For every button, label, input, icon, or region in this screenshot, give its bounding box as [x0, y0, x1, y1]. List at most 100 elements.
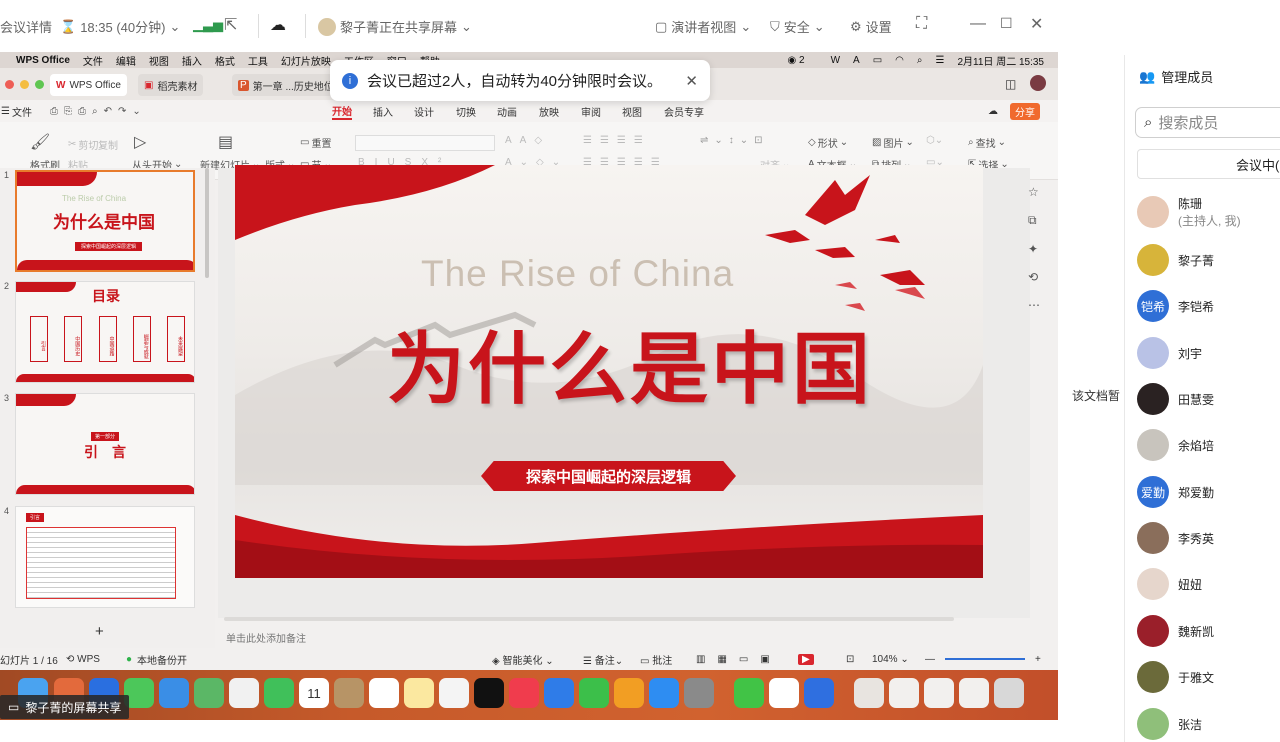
share-button[interactable]: 分享 [1010, 102, 1040, 120]
meeting-details-button[interactable]: 会议详情 [0, 17, 52, 36]
horizontal-scrollbar[interactable] [224, 617, 954, 621]
minimize-icon[interactable]: — [970, 15, 986, 33]
calendar-icon[interactable]: 11 [299, 678, 329, 708]
clock[interactable]: 2月11日 周二 15:35 [957, 53, 1044, 68]
tab-member[interactable]: 会员专享 [664, 104, 704, 119]
keynote-icon[interactable] [544, 678, 574, 708]
app-store-icon[interactable] [649, 678, 679, 708]
tab-document[interactable]: P 第一章 ...历史地位 [232, 74, 340, 96]
menu-item[interactable]: 幻灯片放映 [281, 53, 331, 68]
fullscreen-icon[interactable]: ⛶ [916, 15, 927, 33]
tab-docer[interactable]: ▣ 稻壳素材 [138, 74, 204, 96]
star-icon[interactable]: ☆ [1028, 185, 1040, 199]
quick-access-icons[interactable]: ⎙⎘⎙⌕↶↷⌄ [50, 106, 147, 117]
close-icon[interactable]: ✕ [685, 72, 698, 90]
reset-button[interactable]: ▭ 重置 [300, 135, 331, 150]
panel-toggle-icon[interactable]: ◫ [1005, 77, 1016, 91]
contacts-icon[interactable] [334, 678, 364, 708]
sharing-status[interactable]: 黎子菁正在共享屏幕 ⌄ [318, 17, 472, 36]
member-item[interactable]: 田慧雯 [1137, 382, 1214, 416]
notes-icon[interactable] [404, 678, 434, 708]
text-direction-icons[interactable]: ⇌⌄↕⌄⊡ [700, 135, 769, 146]
backup-status[interactable]: 本地备份开 [137, 652, 187, 667]
menu-item[interactable]: 文件 [83, 53, 103, 68]
wps-status-icon[interactable]: W [831, 55, 840, 66]
member-item[interactable]: 李秀英 [1137, 521, 1214, 555]
menu-item[interactable]: 工具 [248, 53, 268, 68]
slide-subtitle[interactable]: 探索中国崛起的深层逻辑 [481, 461, 736, 491]
comments-button[interactable]: ▭ 批注 [640, 652, 672, 667]
facetime-icon[interactable] [264, 678, 294, 708]
font-size-icons[interactable]: AA◇ [505, 135, 550, 146]
search-icon[interactable]: ⌕ [917, 55, 923, 66]
popout-icon[interactable]: ⇱ [224, 15, 237, 35]
member-item[interactable]: 黎子菁 [1137, 243, 1214, 277]
wechat-icon[interactable] [734, 678, 764, 708]
font-family-select[interactable] [355, 135, 495, 151]
tab-design[interactable]: 设计 [414, 104, 434, 119]
trash-icon[interactable] [994, 678, 1024, 708]
slide-title-en[interactable]: The Rise of China [421, 253, 734, 295]
zoom-level[interactable]: 104% ⌄ [872, 654, 909, 665]
member-item[interactable]: 于雅文 [1137, 660, 1214, 694]
member-item[interactable]: 爱勤 郑爱勤 [1137, 475, 1214, 509]
slide-thumbnail-4[interactable]: 引言 [15, 506, 195, 608]
member-item[interactable]: 余焰培 [1137, 428, 1214, 462]
user-avatar[interactable] [1030, 75, 1046, 91]
document-icon[interactable] [959, 678, 989, 708]
member-item[interactable]: 张洁 [1137, 707, 1202, 741]
menu-item[interactable]: 视图 [149, 53, 169, 68]
fit-icon[interactable]: ⊡ [846, 654, 854, 665]
tab-in-meeting[interactable]: 会议中( [1137, 149, 1280, 179]
member-item[interactable]: 妞妞 [1137, 567, 1202, 601]
tab-slideshow[interactable]: 放映 [539, 104, 559, 119]
notes-button[interactable]: ☰ 备注⌄ [583, 652, 623, 667]
find-button[interactable]: ⌕ 查找 ⌄ [968, 135, 1006, 150]
zoom-dot[interactable] [35, 80, 44, 89]
beautify-button[interactable]: ◈ 智能美化 ⌄ [492, 652, 554, 667]
view-mode-icons[interactable]: ▥▦▭▣ [696, 654, 782, 665]
play-button[interactable]: ▶ [798, 653, 814, 665]
apple-tv-icon[interactable] [474, 678, 504, 708]
picture-button[interactable]: ▨ 图片 ⌄ [872, 135, 914, 150]
minimize-dot[interactable] [20, 80, 29, 89]
wechat-status-icon[interactable]: ◉ 2 [788, 55, 818, 66]
wps-account[interactable]: ⟲ WPS [66, 654, 100, 665]
fill-icon[interactable]: ⬡⌄ [926, 135, 943, 146]
document-icon[interactable] [889, 678, 919, 708]
copy-button[interactable]: 复制 [98, 137, 118, 152]
maximize-icon[interactable]: ☐ [1000, 15, 1013, 32]
cloud-sync-icon[interactable]: ☁ [988, 106, 998, 117]
shape-button[interactable]: ◇ 形状 ⌄ [808, 135, 848, 150]
list-icons[interactable]: ☰☰☰☰ [583, 135, 651, 146]
tab-animation[interactable]: 动画 [497, 104, 517, 119]
wifi-icon[interactable]: ◠ [895, 55, 904, 66]
maps-icon[interactable] [194, 678, 224, 708]
scrollbar[interactable] [205, 168, 209, 278]
member-item[interactable]: 陈珊 (主持人, 我) [1137, 195, 1241, 229]
tab-insert[interactable]: 插入 [373, 104, 393, 119]
tab-wps-office[interactable]: W WPS Office [50, 74, 127, 96]
photos-icon[interactable] [229, 678, 259, 708]
tab-home[interactable]: 开始 [332, 103, 352, 120]
hamburger-icon[interactable]: ☰ [1, 106, 10, 117]
menu-item[interactable]: 编辑 [116, 53, 136, 68]
presenter-view-button[interactable]: ▢ 演讲者视图 ⌄ [655, 17, 751, 36]
document-icon[interactable] [854, 678, 884, 708]
close-icon[interactable]: ✕ [1030, 14, 1043, 34]
slide-thumbnail-3[interactable]: 第一部分 引 言 [15, 393, 195, 495]
meeting-timer[interactable]: ⌛ 18:35 (40分钟) ⌄ [60, 17, 180, 36]
settings-icon[interactable] [684, 678, 714, 708]
wps-dock-icon[interactable] [769, 678, 799, 708]
tab-review[interactable]: 审阅 [581, 104, 601, 119]
pages-icon[interactable] [614, 678, 644, 708]
cloud-icon[interactable]: ☁ [270, 15, 286, 35]
battery-icon[interactable]: ▭ [873, 55, 882, 66]
close-dot[interactable] [5, 80, 14, 89]
slide-thumbnail-1[interactable]: The Rise of China 为什么是中国 探索中国崛起的深层逻辑 [15, 170, 195, 272]
freeform-icon[interactable] [439, 678, 469, 708]
zoom-in-icon[interactable]: + [1035, 654, 1041, 665]
member-search-input[interactable]: ⌕ 搜索成员 [1135, 107, 1280, 138]
input-method-icon[interactable]: A [853, 55, 860, 66]
slide-thumbnail-2[interactable]: 目录 引言 中国历史 中国道路 崛起与成就 未来展望 [15, 281, 195, 383]
